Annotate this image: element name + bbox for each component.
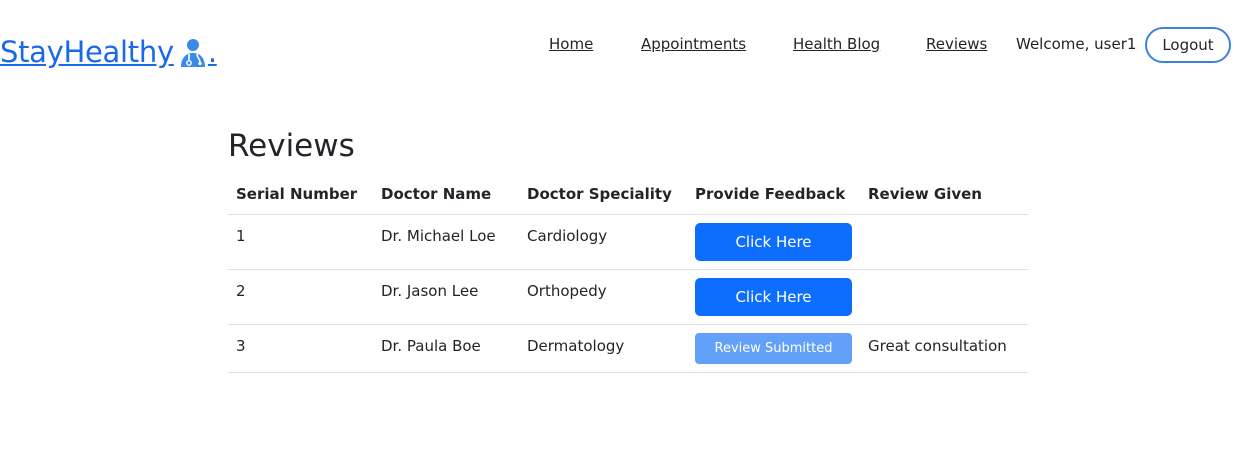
- doctor-name-cell: Dr. Paula Boe: [373, 324, 519, 373]
- table-row: 2 Dr. Jason Lee Orthopedy Click Here: [228, 269, 1028, 325]
- page-title: Reviews: [228, 128, 355, 164]
- serial-cell: 3: [228, 324, 373, 373]
- table-row: 1 Dr. Michael Loe Cardiology Click Here: [228, 214, 1028, 270]
- feedback-cell: Click Here: [687, 214, 860, 270]
- reviews-table: Serial Number Doctor Name Doctor Special…: [228, 180, 1028, 373]
- welcome-text: Welcome, user1: [1016, 35, 1137, 53]
- header-doctor-speciality: Doctor Speciality: [519, 180, 687, 215]
- nav-link-home[interactable]: Home: [549, 35, 593, 53]
- nav-link-health-blog[interactable]: Health Blog: [793, 35, 880, 53]
- doctor-name-cell: Dr. Jason Lee: [373, 269, 519, 325]
- nav-link-reviews[interactable]: Reviews: [926, 35, 987, 53]
- nav-link-appointments[interactable]: Appointments: [641, 35, 746, 53]
- header-review-given: Review Given: [860, 180, 1028, 215]
- navbar: StayHealthy . Home Appointments Health B…: [0, 0, 1244, 100]
- header-serial-number: Serial Number: [228, 180, 373, 215]
- header-provide-feedback: Provide Feedback: [687, 180, 860, 215]
- review-submitted-button: Review Submitted: [695, 333, 852, 364]
- serial-cell: 2: [228, 269, 373, 325]
- click-here-button[interactable]: Click Here: [695, 223, 852, 261]
- review-cell: [860, 214, 1028, 270]
- click-here-button[interactable]: Click Here: [695, 278, 852, 316]
- serial-cell: 1: [228, 214, 373, 270]
- brand-suffix: .: [207, 35, 217, 69]
- table-header-row: Serial Number Doctor Name Doctor Special…: [228, 180, 1028, 215]
- header-doctor-name: Doctor Name: [373, 180, 519, 215]
- doctor-icon: [180, 39, 205, 67]
- logout-button[interactable]: Logout: [1145, 27, 1231, 63]
- table-row: 3 Dr. Paula Boe Dermatology Review Submi…: [228, 324, 1028, 373]
- feedback-cell: Review Submitted: [687, 324, 860, 373]
- speciality-cell: Orthopedy: [519, 269, 687, 325]
- doctor-name-cell: Dr. Michael Loe: [373, 214, 519, 270]
- brand-name: StayHealthy: [0, 35, 174, 69]
- feedback-cell: Click Here: [687, 269, 860, 325]
- speciality-cell: Cardiology: [519, 214, 687, 270]
- review-cell: Great consultation: [860, 324, 1028, 373]
- reviews-section: Reviews Serial Number Doctor Name Doctor…: [228, 124, 1028, 373]
- speciality-cell: Dermatology: [519, 324, 687, 373]
- brand-link[interactable]: StayHealthy .: [0, 34, 217, 70]
- review-cell: [860, 269, 1028, 325]
